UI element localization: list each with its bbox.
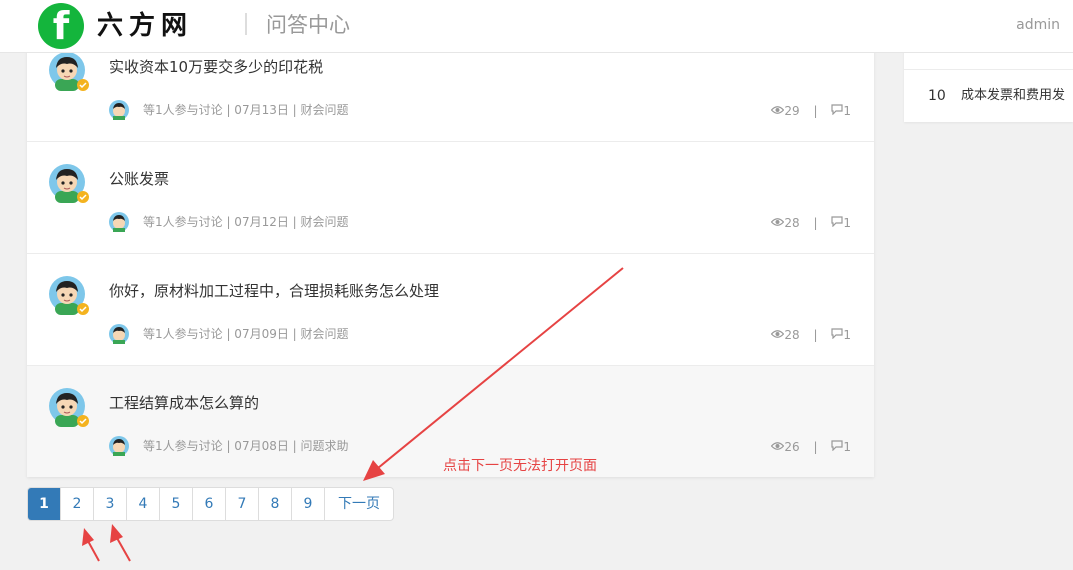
answer-count: 1 xyxy=(843,439,851,454)
section-title: 问答中心 xyxy=(266,13,350,37)
question-list: 实收资本10万要交多少的印花税 等1人参与讨论 | 07月13日 | 财会问题 … xyxy=(27,30,874,477)
user-avatar[interactable] xyxy=(49,388,89,428)
comment-icon xyxy=(831,103,843,119)
avatar-icon xyxy=(109,212,129,232)
eye-icon xyxy=(771,215,785,231)
answer-count: 1 xyxy=(843,215,851,230)
hot-question-link[interactable]: 成本发票和费用发 xyxy=(961,87,1073,105)
site-logo-icon[interactable]: f xyxy=(38,3,84,49)
question-item[interactable]: 你好，原材料加工过程中，合理损耗账务怎么处理 等1人参与讨论 | 07月09日 … xyxy=(27,254,874,366)
arrow-to-page-3-icon xyxy=(110,524,131,562)
brand-name[interactable]: 六方网 xyxy=(97,9,193,43)
pagination: 1 2 3 4 5 6 7 8 9 下一页 xyxy=(27,487,394,521)
page-9-button[interactable]: 9 xyxy=(292,488,325,520)
participant-avatar[interactable] xyxy=(109,324,129,344)
page-7-button[interactable]: 7 xyxy=(226,488,259,520)
page-2-button[interactable]: 2 xyxy=(61,488,94,520)
answer-count: 1 xyxy=(843,327,851,342)
header-divider xyxy=(245,13,247,35)
question-meta: 等1人参与讨论 | 07月09日 | 财会问题 xyxy=(143,327,349,341)
page-4-button[interactable]: 4 xyxy=(127,488,160,520)
comment-icon xyxy=(831,215,843,231)
page-1-button[interactable]: 1 xyxy=(28,488,61,520)
question-meta: 等1人参与讨论 | 07月13日 | 财会问题 xyxy=(143,103,349,117)
view-count: 28 xyxy=(784,327,800,342)
stat-separator: | xyxy=(813,103,818,118)
eye-icon xyxy=(771,439,785,455)
stat-separator: | xyxy=(813,327,818,342)
view-count: 29 xyxy=(784,103,800,118)
answer-count: 1 xyxy=(843,103,851,118)
user-avatar[interactable] xyxy=(49,52,89,92)
comment-icon xyxy=(831,327,843,343)
page-3-button[interactable]: 3 xyxy=(94,488,127,520)
stat-separator: | xyxy=(813,439,818,454)
question-stats: 28 | 1 xyxy=(771,326,851,343)
question-meta: 等1人参与讨论 | 07月12日 | 财会问题 xyxy=(143,215,349,229)
user-avatar[interactable] xyxy=(49,164,89,204)
avatar-icon xyxy=(109,436,129,456)
avatar-icon xyxy=(109,324,129,344)
avatar-icon xyxy=(109,100,129,120)
comment-icon xyxy=(831,439,843,455)
question-stats: 26 | 1 xyxy=(771,438,851,455)
page-8-button[interactable]: 8 xyxy=(259,488,292,520)
avatar-icon xyxy=(49,388,89,427)
eye-icon xyxy=(771,103,785,119)
question-title[interactable]: 工程结算成本怎么算的 xyxy=(109,392,259,414)
avatar-icon xyxy=(49,52,89,91)
participant-avatar[interactable] xyxy=(109,212,129,232)
annotation-text: 点击下一页无法打开页面 xyxy=(443,458,597,474)
view-count: 26 xyxy=(784,439,800,454)
question-title[interactable]: 实收资本10万要交多少的印花税 xyxy=(109,56,323,78)
user-avatar[interactable] xyxy=(49,276,89,316)
question-title[interactable]: 你好，原材料加工过程中，合理损耗账务怎么处理 xyxy=(109,280,439,302)
page-5-button[interactable]: 5 xyxy=(160,488,193,520)
avatar-icon xyxy=(49,276,89,315)
question-title[interactable]: 公账发票 xyxy=(109,168,169,190)
avatar-icon xyxy=(49,164,89,203)
participant-avatar[interactable] xyxy=(109,436,129,456)
eye-icon xyxy=(771,327,785,343)
hot-rank: 10 xyxy=(928,88,946,104)
user-menu[interactable]: admin xyxy=(1016,14,1060,36)
arrow-to-page-2-icon xyxy=(82,528,100,562)
next-page-button[interactable]: 下一页 xyxy=(325,488,393,520)
view-count: 28 xyxy=(784,215,800,230)
question-stats: 29 | 1 xyxy=(771,102,851,119)
participant-avatar[interactable] xyxy=(109,100,129,120)
logo-letter: f xyxy=(52,4,70,48)
question-stats: 28 | 1 xyxy=(771,214,851,231)
top-header: f 六方网 问答中心 admin xyxy=(0,0,1073,53)
question-meta: 等1人参与讨论 | 07月08日 | 问题求助 xyxy=(143,439,349,453)
panel-divider xyxy=(904,69,1073,70)
stat-separator: | xyxy=(813,215,818,230)
page-6-button[interactable]: 6 xyxy=(193,488,226,520)
question-item[interactable]: 公账发票 等1人参与讨论 | 07月12日 | 财会问题 28 | 1 xyxy=(27,142,874,254)
